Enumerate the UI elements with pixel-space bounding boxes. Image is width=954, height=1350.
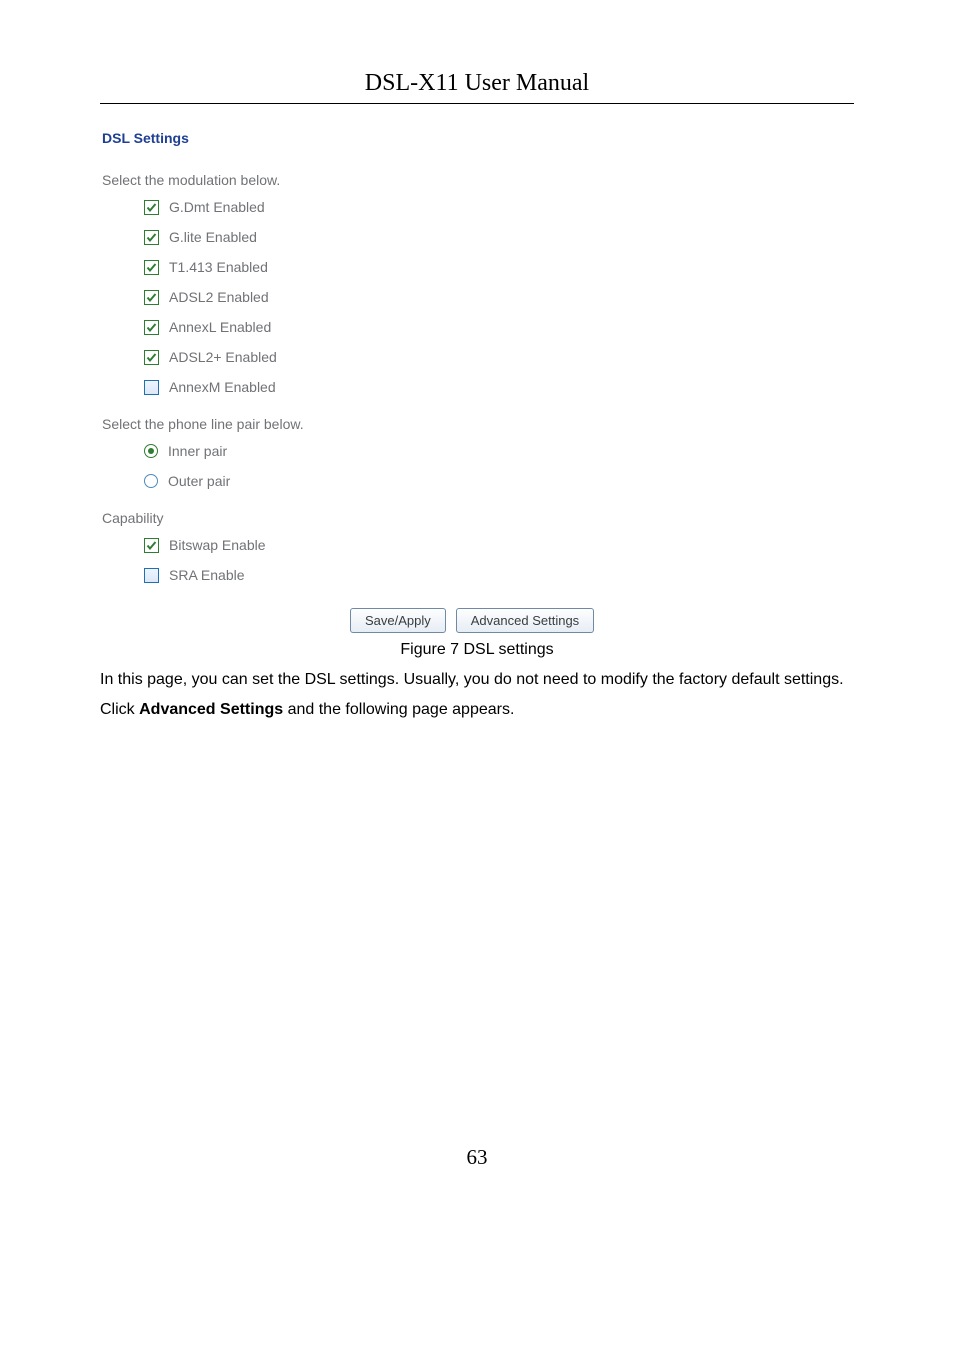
modulation-label-adsl2p: ADSL2+ Enabled xyxy=(169,346,277,368)
modulation-label-gdmt: G.Dmt Enabled xyxy=(169,196,265,218)
advanced-settings-button[interactable]: Advanced Settings xyxy=(456,608,594,633)
pair-radio-outer[interactable] xyxy=(144,474,158,488)
capability-checkbox-sra[interactable] xyxy=(144,568,159,583)
modulation-checkbox-glite[interactable] xyxy=(144,230,159,245)
modulation-checkbox-adsl2[interactable] xyxy=(144,290,159,305)
modulation-option-t1413: T1.413 Enabled xyxy=(144,256,854,278)
body-paragraph-1: In this page, you can set the DSL settin… xyxy=(100,665,854,695)
figure-caption: Figure 7 DSL settings xyxy=(100,641,854,659)
modulation-option-glite: G.lite Enabled xyxy=(144,226,854,248)
modulation-label-t1413: T1.413 Enabled xyxy=(169,256,268,278)
modulation-option-adsl2p: ADSL2+ Enabled xyxy=(144,346,854,368)
modulation-option-gdmt: G.Dmt Enabled xyxy=(144,196,854,218)
doc-header: DSL-X11 User Manual xyxy=(100,70,854,104)
save-apply-button[interactable]: Save/Apply xyxy=(350,608,446,633)
tick-icon xyxy=(146,202,157,213)
pair-option-inner: Inner pair xyxy=(144,440,854,462)
modulation-list: G.Dmt Enabled G.lite Enabled T1.413 Enable… xyxy=(102,196,854,398)
pair-prompt: Select the phone line pair below. xyxy=(102,416,854,432)
tick-icon xyxy=(146,292,157,303)
modulation-prompt: Select the modulation below. xyxy=(102,172,854,188)
capability-option-sra: SRA Enable xyxy=(144,564,854,586)
modulation-option-annexm: AnnexM Enabled xyxy=(144,376,854,398)
capability-label-bitswap: Bitswap Enable xyxy=(169,534,266,556)
body2-pre: Click xyxy=(100,701,139,718)
pair-radio-inner[interactable] xyxy=(144,444,158,458)
modulation-label-annexm: AnnexM Enabled xyxy=(169,376,276,398)
capability-list: Bitswap Enable SRA Enable xyxy=(102,534,854,586)
capability-label: Capability xyxy=(102,510,854,526)
modulation-checkbox-gdmt[interactable] xyxy=(144,200,159,215)
button-row: Save/Apply Advanced Settings xyxy=(102,608,854,633)
capability-label-sra: SRA Enable xyxy=(169,564,245,586)
page-number: 63 xyxy=(100,1145,854,1170)
body-paragraph-2: Click Advanced Settings and the followin… xyxy=(100,695,854,725)
tick-icon xyxy=(146,232,157,243)
tick-icon xyxy=(146,262,157,273)
tick-icon xyxy=(146,540,157,551)
panel-title: DSL Settings xyxy=(102,130,854,146)
modulation-label-adsl2: ADSL2 Enabled xyxy=(169,286,269,308)
capability-option-bitswap: Bitswap Enable xyxy=(144,534,854,556)
radio-dot-icon xyxy=(148,448,154,454)
capability-checkbox-bitswap[interactable] xyxy=(144,538,159,553)
modulation-checkbox-annexm[interactable] xyxy=(144,380,159,395)
body2-post: and the following page appears. xyxy=(283,701,514,718)
modulation-checkbox-adsl2p[interactable] xyxy=(144,350,159,365)
modulation-option-annexl: AnnexL Enabled xyxy=(144,316,854,338)
modulation-option-adsl2: ADSL2 Enabled xyxy=(144,286,854,308)
body2-bold: Advanced Settings xyxy=(139,701,283,718)
tick-icon xyxy=(146,352,157,363)
pair-label-outer: Outer pair xyxy=(168,470,230,492)
dsl-settings-panel: DSL Settings Select the modulation below… xyxy=(100,130,854,633)
tick-icon xyxy=(146,322,157,333)
pair-option-outer: Outer pair xyxy=(144,470,854,492)
modulation-label-glite: G.lite Enabled xyxy=(169,226,257,248)
pair-list: Inner pair Outer pair xyxy=(102,440,854,492)
modulation-checkbox-annexl[interactable] xyxy=(144,320,159,335)
pair-label-inner: Inner pair xyxy=(168,440,227,462)
modulation-checkbox-t1413[interactable] xyxy=(144,260,159,275)
modulation-label-annexl: AnnexL Enabled xyxy=(169,316,271,338)
